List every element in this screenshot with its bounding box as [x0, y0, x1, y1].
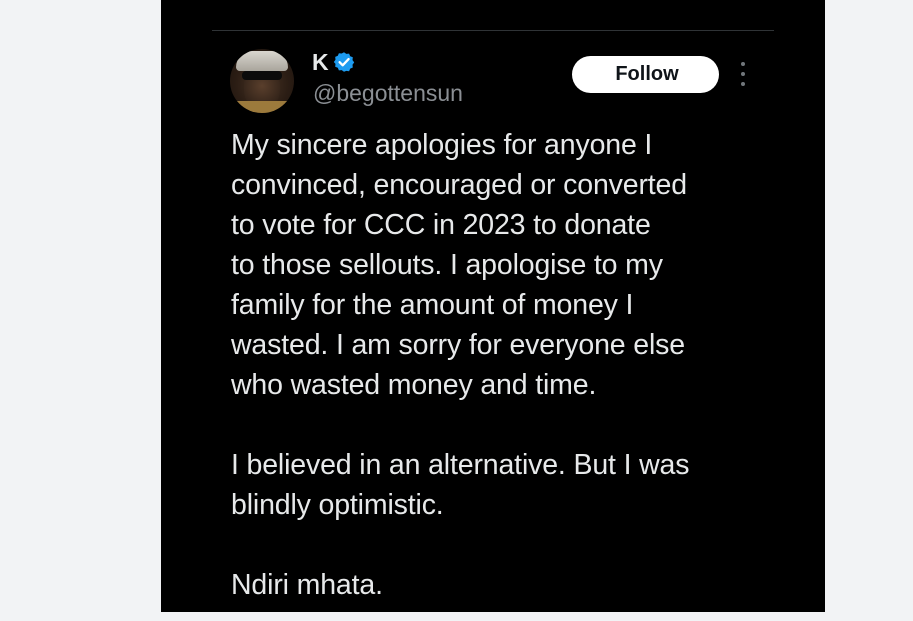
top-more-icon[interactable] [718, 0, 754, 2]
avatar-shirt [230, 101, 294, 113]
divider [212, 30, 774, 31]
tweet-line: to vote for CCC in 2023 to donate [231, 209, 651, 241]
tweet-line: to those sellouts. I apologise to my [231, 249, 663, 281]
follow-button[interactable]: Follow [572, 56, 719, 93]
tweet-line: wasted. I am sorry for everyone else [231, 329, 685, 361]
avatar-cap [236, 51, 288, 71]
avatar[interactable] [230, 49, 294, 113]
verified-badge-icon [333, 51, 355, 73]
tweet-line: blindly optimistic. [231, 489, 444, 521]
author-name-row[interactable]: K [312, 49, 355, 75]
display-name[interactable]: K [312, 49, 329, 75]
tweet-line: Ndiri mhata. [231, 569, 383, 601]
more-vertical-icon[interactable] [737, 62, 749, 86]
tweet-line: who wasted money and time. [231, 369, 597, 401]
tweet-line: convinced, encouraged or converted [231, 169, 687, 201]
tweet-line: I believed in an alternative. But I was [231, 449, 690, 481]
author-handle[interactable]: @begottensun [313, 80, 463, 106]
tweet-text: My sincere apologies for anyone I convin… [231, 125, 771, 605]
tweet-line: family for the amount of money I [231, 289, 634, 321]
avatar-glasses [242, 71, 282, 80]
page-background-strip [161, 612, 825, 621]
tweet-line: My sincere apologies for anyone I [231, 129, 653, 161]
